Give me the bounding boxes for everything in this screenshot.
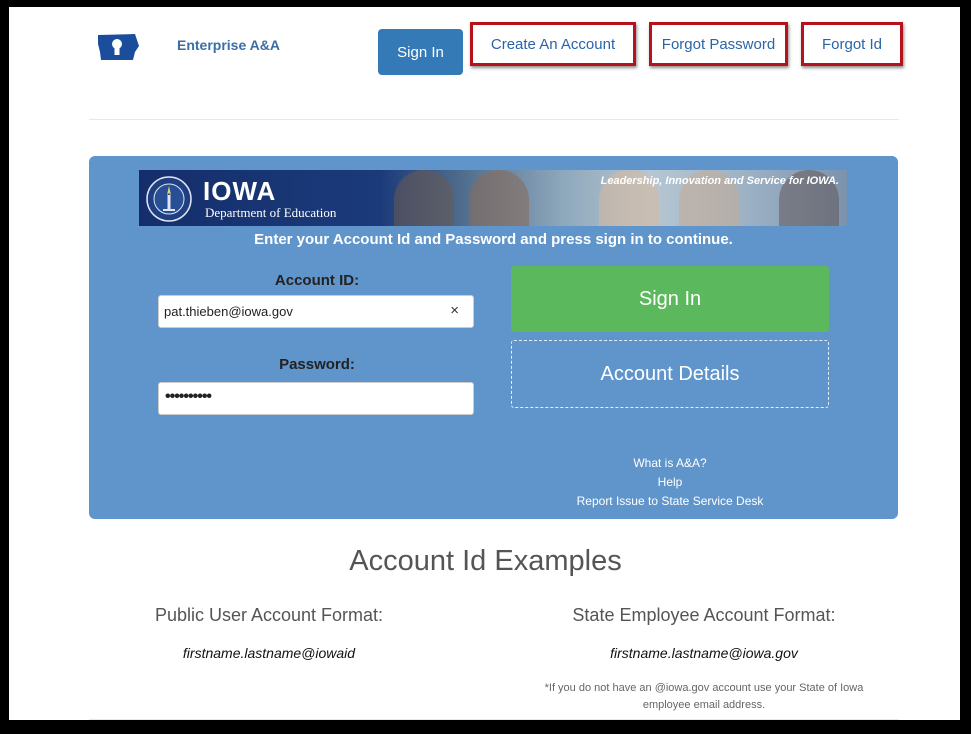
what-is-aa-link[interactable]: What is A&A?	[511, 456, 829, 470]
login-panel: IOWA Department of Education Leadership,…	[89, 156, 898, 519]
sign-in-button[interactable]: Sign In	[511, 266, 829, 332]
state-format-footnote: *If you do not have an @iowa.gov account…	[544, 682, 864, 711]
header-divider	[89, 119, 899, 120]
page-frame: Enterprise A&A Sign In Create An Account…	[9, 7, 960, 720]
password-masked-value: ••••••••••	[165, 388, 212, 405]
account-details-button[interactable]: Account Details	[511, 340, 829, 408]
banner-state-name: IOWA	[203, 176, 277, 206]
nav-forgot-id-link[interactable]: Forgot Id	[801, 22, 903, 66]
iowa-map-logo-icon	[98, 34, 139, 60]
clear-input-icon[interactable]: ×	[450, 302, 459, 319]
footer-divider	[89, 719, 899, 720]
report-issue-link[interactable]: Report Issue to State Service Desk	[511, 494, 829, 508]
state-format-heading: State Employee Account Format:	[572, 605, 836, 625]
account-id-label: Account ID:	[274, 272, 360, 289]
nav-sign-in-button[interactable]: Sign In	[378, 29, 463, 75]
banner-tagline: Leadership, Innovation and Service for I…	[600, 175, 839, 187]
help-link[interactable]: Help	[511, 475, 829, 489]
banner-department-name: Department of Education	[205, 205, 337, 220]
department-banner: IOWA Department of Education Leadership,…	[139, 170, 847, 226]
nav-create-account-link[interactable]: Create An Account	[470, 22, 636, 66]
public-format-example: firstname.lastname@iowaid	[182, 645, 356, 661]
password-input[interactable]: ••••••••••	[158, 382, 474, 415]
state-format-example: firstname.lastname@iowa.gov	[610, 645, 798, 661]
password-label: Password:	[279, 356, 355, 373]
nav-forgot-password-link[interactable]: Forgot Password	[649, 22, 788, 66]
public-format-heading: Public User Account Format:	[154, 605, 384, 625]
examples-title: Account Id Examples	[349, 545, 622, 577]
banner-photo-student	[394, 170, 454, 226]
account-id-input[interactable]: pat.thieben@iowa.gov ×	[158, 295, 474, 328]
department-seal-icon	[146, 176, 192, 222]
app-title[interactable]: Enterprise A&A	[177, 37, 280, 53]
account-id-value: pat.thieben@iowa.gov	[164, 304, 293, 319]
banner-photo-student	[469, 170, 529, 226]
login-instruction: Enter your Account Id and Password and p…	[254, 231, 733, 248]
